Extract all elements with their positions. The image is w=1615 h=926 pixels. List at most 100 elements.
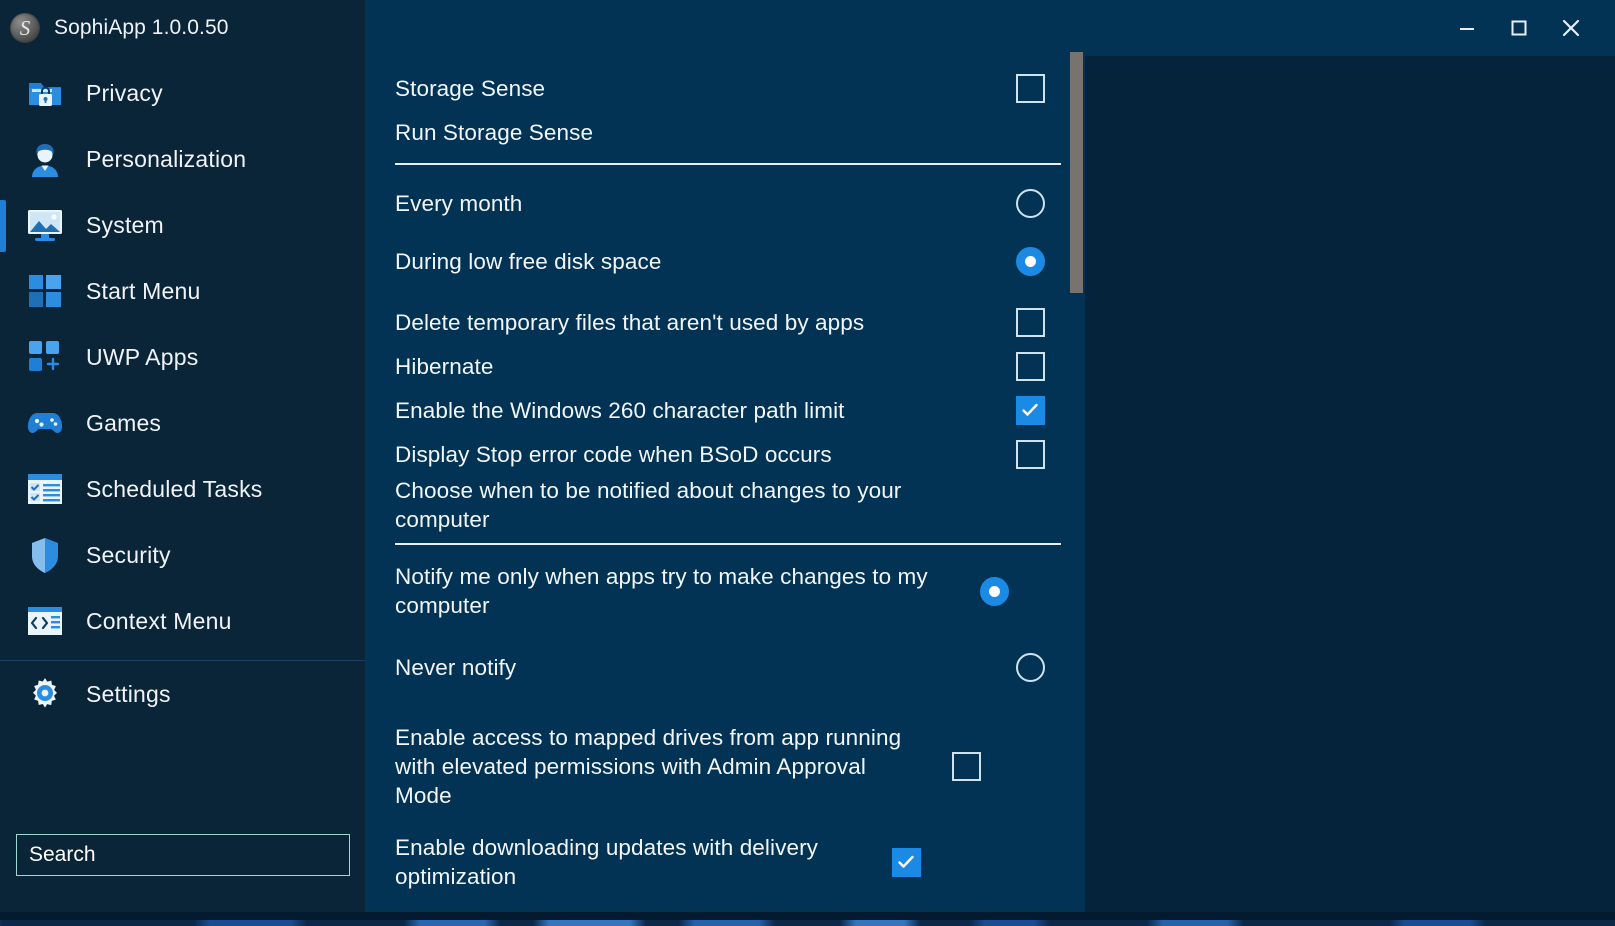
- checkbox-delete-temporary-files[interactable]: [1015, 307, 1045, 337]
- monitor-desktop-icon: [26, 206, 64, 244]
- desktop-backdrop: [1085, 0, 1615, 920]
- sidebar-item-personalization[interactable]: Personalization: [0, 126, 365, 192]
- setting-label: Storage Sense: [395, 75, 546, 101]
- sidebar-item-games[interactable]: Games: [0, 390, 365, 456]
- sidebar: S SophiApp 1.0.0.50 Privacy Personalizat…: [0, 0, 366, 920]
- checkbox-enable-downloading-updates[interactable]: [891, 847, 921, 877]
- setting-control: [999, 652, 1061, 682]
- checkbox-hibernate[interactable]: [1015, 351, 1045, 381]
- setting-label: Display Stop error code when BSoD occurs: [395, 441, 832, 467]
- window-bottom-edge: [0, 912, 1615, 920]
- checkbox-windows-260-character-path-limit[interactable]: [1015, 395, 1045, 425]
- section-divider: [395, 543, 1061, 545]
- app-title-bar: S SophiApp 1.0.0.50: [0, 0, 365, 56]
- check-icon: [1022, 403, 1038, 416]
- minimize-button[interactable]: [1441, 8, 1493, 48]
- setting-row-notify-me-only-when-apps[interactable]: Notify me only when apps try to make cha…: [395, 554, 1061, 628]
- settings-list: Storage Sense Run Storage Sense Every mo…: [395, 56, 1061, 898]
- sidebar-item-privacy[interactable]: Privacy: [0, 60, 365, 126]
- setting-control: [875, 847, 937, 877]
- gear-icon: [26, 675, 64, 713]
- privacy-folder-lock-icon: [26, 74, 64, 112]
- sidebar-item-scheduled-tasks[interactable]: Scheduled Tasks: [0, 456, 365, 522]
- section-divider: [395, 163, 1061, 165]
- app-title: SophiApp 1.0.0.50: [54, 16, 229, 39]
- setting-control: [935, 751, 997, 781]
- setting-row-during-low-free-disk-space[interactable]: During low free disk space: [395, 232, 1061, 290]
- setting-label: Hibernate: [395, 353, 494, 379]
- setting-control: [963, 576, 1025, 606]
- setting-row-choose-when-notified: Choose when to be notified about changes…: [395, 476, 1061, 534]
- search-box: [16, 834, 350, 876]
- app-logo-icon: S: [10, 13, 40, 43]
- setting-label: Never notify: [395, 654, 517, 680]
- sidebar-nav: Privacy Personalization System Start Men…: [0, 56, 365, 727]
- sidebar-item-label: Privacy: [86, 79, 163, 106]
- person-avatar-icon: [26, 140, 64, 178]
- app-squares-plus-icon: [26, 338, 64, 376]
- setting-control: [999, 188, 1061, 218]
- radio-notify-me-only-when-apps[interactable]: [979, 576, 1009, 606]
- sidebar-item-uwp-apps[interactable]: UWP Apps: [0, 324, 365, 390]
- sidebar-item-label: Security: [86, 541, 171, 568]
- checkbox-storage-sense[interactable]: [1015, 73, 1045, 103]
- setting-row-every-month[interactable]: Every month: [395, 174, 1061, 232]
- sidebar-item-label: System: [86, 211, 164, 238]
- shield-icon: [26, 536, 64, 574]
- content-scrollbar-thumb[interactable]: [1070, 52, 1083, 293]
- windows-tiles-icon: [26, 272, 64, 310]
- sidebar-item-label: UWP Apps: [86, 343, 199, 370]
- check-icon: [898, 855, 914, 868]
- setting-label: During low free disk space: [395, 248, 662, 274]
- setting-row-windows-260-character-path-limit[interactable]: Enable the Windows 260 character path li…: [395, 388, 1061, 432]
- setting-row-hibernate[interactable]: Hibernate: [395, 344, 1061, 388]
- maximize-button[interactable]: [1493, 8, 1545, 48]
- sidebar-item-label: Start Menu: [86, 277, 201, 304]
- setting-label: Enable the Windows 260 character path li…: [395, 397, 845, 423]
- setting-control: [999, 246, 1061, 276]
- setting-control: [999, 395, 1061, 425]
- setting-label: Enable downloading updates with delivery…: [395, 835, 819, 889]
- setting-label: Delete temporary files that aren't used …: [395, 309, 865, 335]
- setting-label: Enable access to mapped drives from app …: [395, 724, 902, 808]
- radio-during-low-free-disk-space[interactable]: [1015, 246, 1045, 276]
- app-window: S SophiApp 1.0.0.50 Privacy Personalizat…: [0, 0, 1615, 926]
- setting-label: Every month: [395, 190, 523, 216]
- close-icon: [1562, 19, 1580, 37]
- setting-row-delete-temporary-files[interactable]: Delete temporary files that aren't used …: [395, 300, 1061, 344]
- setting-control: [999, 73, 1061, 103]
- checkbox-enable-access-mapped-drives[interactable]: [951, 751, 981, 781]
- gamepad-icon: [26, 404, 64, 442]
- setting-row-enable-downloading-updates[interactable]: Enable downloading updates with delivery…: [395, 826, 1061, 898]
- sidebar-item-label: Context Menu: [86, 607, 232, 634]
- sidebar-item-label: Settings: [86, 680, 171, 707]
- task-checklist-icon: [26, 470, 64, 508]
- section-heading: Run Storage Sense: [395, 119, 594, 145]
- setting-control: [999, 307, 1061, 337]
- section-heading: Choose when to be notified about changes…: [395, 478, 902, 532]
- sidebar-item-label: Games: [86, 409, 162, 436]
- setting-row-storage-sense[interactable]: Storage Sense: [395, 66, 1061, 110]
- sidebar-item-security[interactable]: Security: [0, 522, 365, 588]
- sidebar-item-start-menu[interactable]: Start Menu: [0, 258, 365, 324]
- close-button[interactable]: [1545, 8, 1597, 48]
- checkbox-display-stop-error-code[interactable]: [1015, 439, 1045, 469]
- sidebar-item-context-menu[interactable]: Context Menu: [0, 588, 365, 654]
- setting-row-never-notify[interactable]: Never notify: [395, 638, 1061, 696]
- sidebar-item-system[interactable]: System: [0, 192, 365, 258]
- sidebar-item-label: Scheduled Tasks: [86, 475, 263, 502]
- search-input[interactable]: [16, 834, 350, 876]
- sidebar-item-settings[interactable]: Settings: [0, 661, 365, 727]
- setting-control: [999, 439, 1061, 469]
- setting-control: [999, 351, 1061, 381]
- radio-never-notify[interactable]: [1015, 652, 1045, 682]
- setting-row-run-storage-sense: Run Storage Sense: [395, 110, 1061, 154]
- setting-label: Notify me only when apps try to make cha…: [395, 564, 928, 618]
- radio-every-month[interactable]: [1015, 188, 1045, 218]
- setting-row-enable-access-mapped-drives[interactable]: Enable access to mapped drives from app …: [395, 716, 1061, 816]
- minimize-icon: [1460, 28, 1474, 30]
- setting-row-display-stop-error-code[interactable]: Display Stop error code when BSoD occurs: [395, 432, 1061, 476]
- code-menu-icon: [26, 602, 64, 640]
- taskbar-strip: [0, 920, 1615, 926]
- window-title-bar: [366, 0, 1615, 56]
